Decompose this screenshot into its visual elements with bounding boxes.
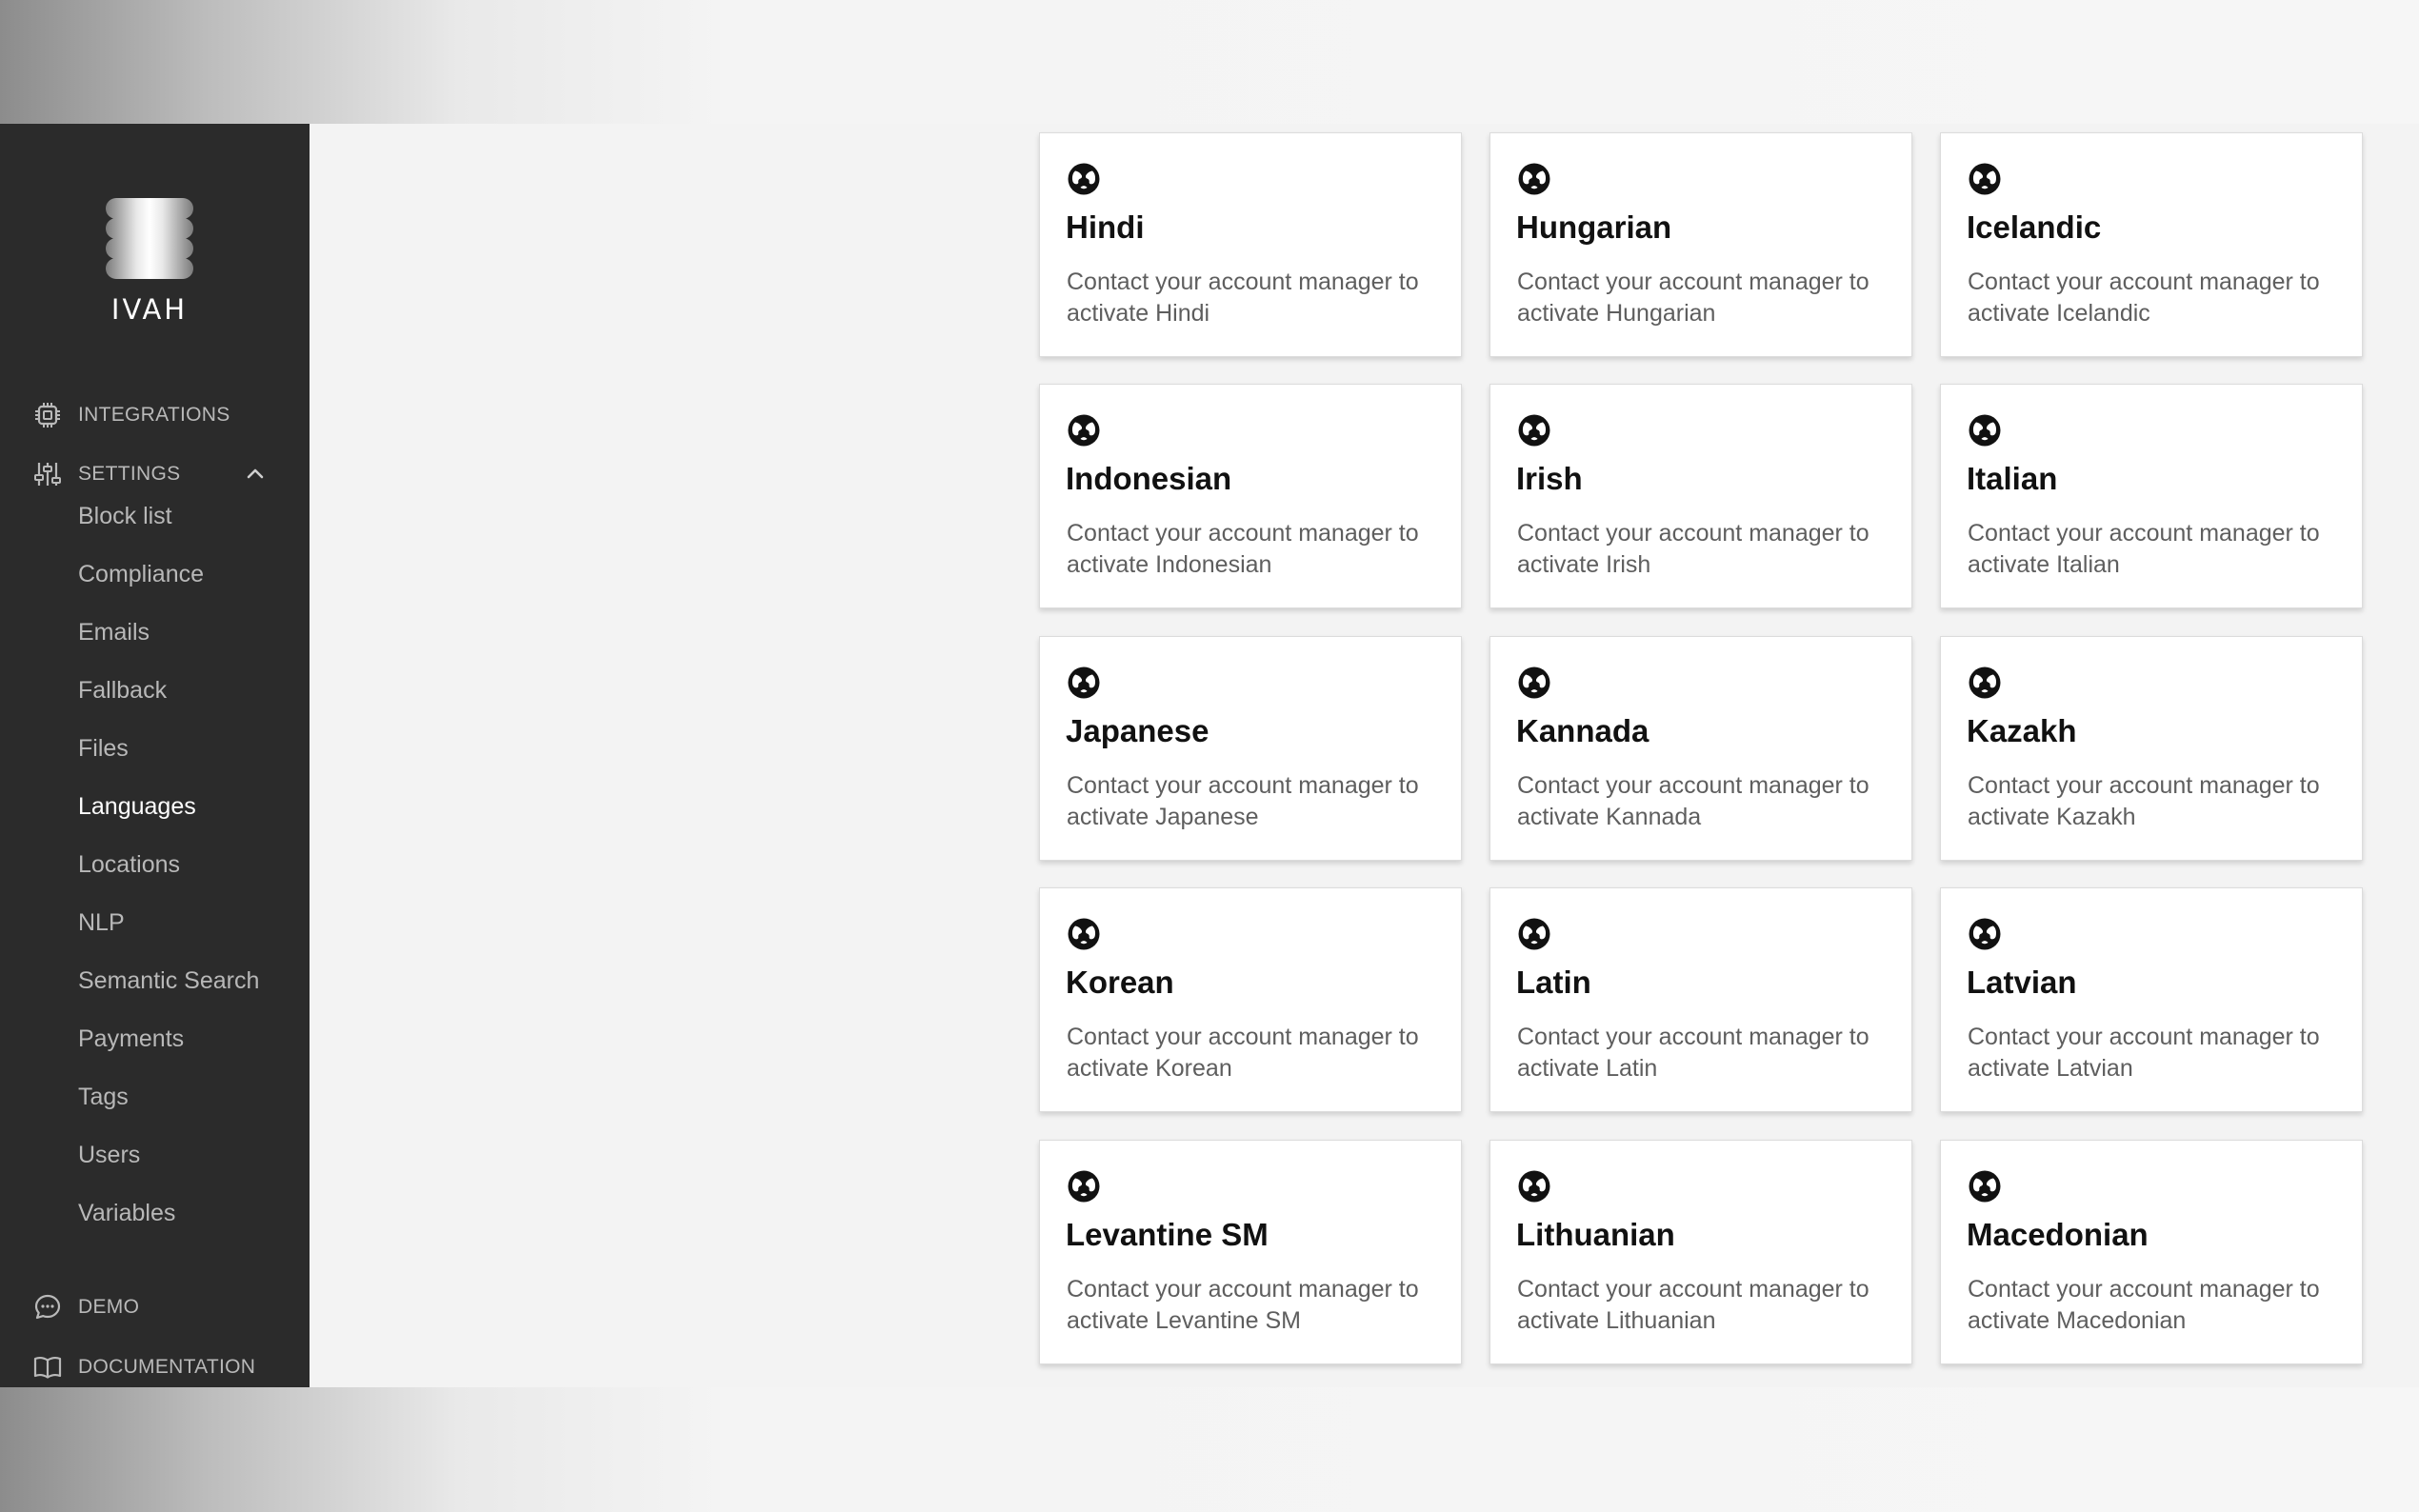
nav-demo-label: DEMO xyxy=(78,1296,140,1318)
globe-icon xyxy=(1068,666,1100,699)
globe-icon xyxy=(1068,1170,1100,1203)
sidebar-item-fallback[interactable]: Fallback xyxy=(78,673,167,707)
language-description: Contact your account manager to activate… xyxy=(1517,520,1869,578)
language-description: Contact your account manager to activate… xyxy=(1968,269,2320,327)
logo-mark xyxy=(96,198,203,280)
sidebar-item-emails[interactable]: Emails xyxy=(78,615,150,649)
language-description: Contact your account manager to activate… xyxy=(1067,269,1419,327)
language-card-korean[interactable]: Korean Contact your account manager to ac… xyxy=(1039,887,1462,1112)
language-description: Contact your account manager to activate… xyxy=(1517,269,1869,327)
chat-bubble-icon xyxy=(34,1294,61,1320)
language-description: Contact your account manager to activate… xyxy=(1517,1024,1869,1082)
language-name: Levantine SM xyxy=(1066,1217,1269,1252)
sidebar-item-payments[interactable]: Payments xyxy=(78,1022,184,1056)
language-card-irish[interactable]: Irish Contact your account manager to act… xyxy=(1489,384,1912,608)
language-card-kannada[interactable]: Kannada Contact your account manager to a… xyxy=(1489,636,1912,861)
globe-icon xyxy=(1969,414,2001,447)
sidebar-item-variables[interactable]: Variables xyxy=(78,1196,175,1230)
nav-settings-label: SETTINGS xyxy=(78,463,181,485)
language-name: Icelandic xyxy=(1967,209,2102,245)
sidebar: IVAH INTEGRATIONS SETTINGS Block list Com… xyxy=(0,124,310,1387)
language-card-kazakh[interactable]: Kazakh Contact your account manager to ac… xyxy=(1940,636,2363,861)
globe-icon xyxy=(1518,666,1550,699)
globe-icon xyxy=(1969,163,2001,195)
language-description: Contact your account manager to activate… xyxy=(1968,1024,2320,1082)
language-name: Hindi xyxy=(1066,209,1145,245)
brand-logo[interactable]: IVAH xyxy=(96,198,203,331)
globe-icon xyxy=(1969,666,2001,699)
globe-icon xyxy=(1518,918,1550,950)
nav-documentation[interactable]: DOCUMENTATION xyxy=(32,1348,255,1386)
sidebar-item-languages[interactable]: Languages xyxy=(78,789,196,824)
nav-documentation-label: DOCUMENTATION xyxy=(78,1356,256,1378)
language-name: Korean xyxy=(1066,965,1174,1000)
language-card-icelandic[interactable]: Icelandic Contact your account manager to… xyxy=(1940,132,2363,357)
sidebar-item-compliance[interactable]: Compliance xyxy=(78,557,204,591)
sidebar-item-semantic-search[interactable]: Semantic Search xyxy=(78,964,259,998)
language-card-latin[interactable]: Latin Contact your account manager to act… xyxy=(1489,887,1912,1112)
sidebar-item-nlp[interactable]: NLP xyxy=(78,905,125,940)
app-window: IVAH INTEGRATIONS SETTINGS Block list Com… xyxy=(0,124,2419,1387)
language-card-lithuanian[interactable]: Lithuanian Contact your account manager t… xyxy=(1489,1140,1912,1364)
chevron-up-icon[interactable] xyxy=(244,463,267,486)
language-name: Indonesian xyxy=(1066,461,1232,496)
nav-demo[interactable]: DEMO xyxy=(32,1288,139,1326)
language-description: Contact your account manager to activate… xyxy=(1968,1276,2320,1334)
backdrop-top xyxy=(0,0,2419,124)
globe-icon xyxy=(1068,414,1100,447)
language-card-macedonian[interactable]: Macedonian Contact your account manager t… xyxy=(1940,1140,2363,1364)
globe-icon xyxy=(1969,918,2001,950)
sidebar-item-block-list[interactable]: Block list xyxy=(78,499,172,533)
language-name: Macedonian xyxy=(1967,1217,2149,1252)
language-name: Latvian xyxy=(1967,965,2077,1000)
language-card-italian[interactable]: Italian Contact your account manager to a… xyxy=(1940,384,2363,608)
language-card-japanese[interactable]: Japanese Contact your account manager to … xyxy=(1039,636,1462,861)
nav-integrations[interactable]: INTEGRATIONS xyxy=(32,396,230,434)
brand-name: IVAH xyxy=(110,293,189,326)
globe-icon xyxy=(1518,414,1550,447)
language-name: Irish xyxy=(1516,461,1583,496)
language-card-levantine-sm[interactable]: Levantine SM Contact your account manager… xyxy=(1039,1140,1462,1364)
globe-icon xyxy=(1068,918,1100,950)
sidebar-item-users[interactable]: Users xyxy=(78,1138,140,1172)
globe-icon xyxy=(1518,1170,1550,1203)
language-card-hindi[interactable]: Hindi Contact your account manager to act… xyxy=(1039,132,1462,357)
language-description: Contact your account manager to activate… xyxy=(1968,520,2320,578)
globe-icon xyxy=(1068,163,1100,195)
language-name: Italian xyxy=(1967,461,2058,496)
language-description: Contact your account manager to activate… xyxy=(1517,1276,1869,1334)
sidebar-item-locations[interactable]: Locations xyxy=(78,847,180,882)
language-description: Contact your account manager to activate… xyxy=(1067,1024,1419,1082)
language-name: Lithuanian xyxy=(1516,1217,1675,1252)
nav-settings[interactable]: SETTINGS xyxy=(32,455,280,493)
globe-icon xyxy=(1518,163,1550,195)
language-card-hungarian[interactable]: Hungarian Contact your account manager to… xyxy=(1489,132,1912,357)
sliders-icon xyxy=(34,463,61,486)
book-icon xyxy=(33,1356,62,1379)
nav-integrations-label: INTEGRATIONS xyxy=(78,404,230,426)
sidebar-item-tags[interactable]: Tags xyxy=(78,1080,129,1114)
sidebar-item-files[interactable]: Files xyxy=(78,731,129,766)
language-name: Hungarian xyxy=(1516,209,1672,245)
language-name: Japanese xyxy=(1066,713,1210,748)
language-card-latvian[interactable]: Latvian Contact your account manager to a… xyxy=(1940,887,2363,1112)
language-description: Contact your account manager to activate… xyxy=(1067,520,1419,578)
chip-icon xyxy=(35,403,60,428)
language-name: Kannada xyxy=(1516,713,1649,748)
language-description: Contact your account manager to activate… xyxy=(1067,1276,1419,1334)
language-name: Kazakh xyxy=(1967,713,2077,748)
language-description: Contact your account manager to activate… xyxy=(1067,772,1419,830)
language-name: Latin xyxy=(1516,965,1591,1000)
language-card-indonesian[interactable]: Indonesian Contact your account manager t… xyxy=(1039,384,1462,608)
language-description: Contact your account manager to activate… xyxy=(1968,772,2320,830)
globe-icon xyxy=(1969,1170,2001,1203)
language-description: Contact your account manager to activate… xyxy=(1517,772,1869,830)
backdrop-bottom xyxy=(0,1387,2419,1512)
